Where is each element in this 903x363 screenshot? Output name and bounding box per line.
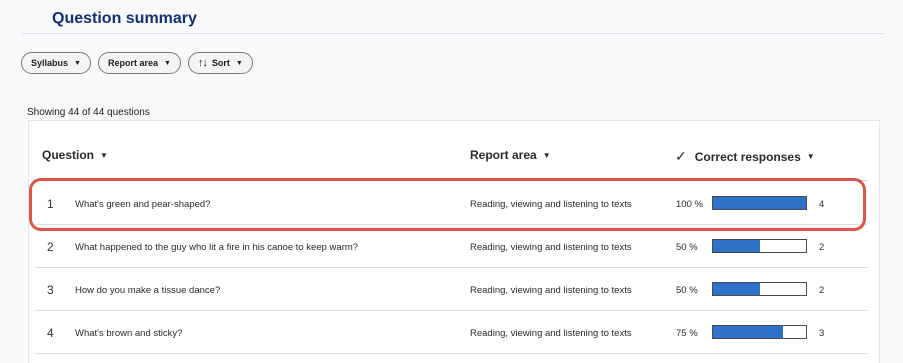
title-divider bbox=[22, 33, 884, 34]
progress-fill bbox=[713, 283, 760, 295]
filter-bar: Syllabus ▼ Report area ▼ ↑↓ Sort ▼ bbox=[21, 52, 253, 74]
correct-progress-bar bbox=[712, 196, 807, 210]
report-area-value: Reading, viewing and listening to texts bbox=[470, 328, 632, 339]
table-row[interactable]: 4 What's brown and sticky? Reading, view… bbox=[35, 311, 867, 354]
report-area-value: Reading, viewing and listening to texts bbox=[470, 285, 632, 296]
sort-button[interactable]: ↑↓ Sort ▼ bbox=[187, 52, 253, 74]
correct-responses-column-label: Correct responses bbox=[694, 149, 801, 164]
report-area-value: Reading, viewing and listening to texts bbox=[470, 199, 632, 210]
correct-progress-bar bbox=[712, 239, 807, 253]
results-count: Showing 44 of 44 questions bbox=[27, 107, 150, 118]
caret-down-icon: ▼ bbox=[235, 59, 243, 67]
question-number: 2 bbox=[47, 240, 54, 254]
table-row[interactable]: 3 How do you make a tissue dance? Readin… bbox=[35, 268, 867, 311]
report-area-column-header[interactable]: Report area ▼ bbox=[470, 148, 551, 162]
report-area-column-label: Report area bbox=[470, 148, 537, 162]
header-divider bbox=[35, 180, 867, 181]
table-row[interactable]: 2 What happened to the guy who lit a fir… bbox=[35, 225, 867, 268]
sort-arrows-icon: ↑↓ bbox=[197, 57, 208, 69]
question-number: 1 bbox=[47, 197, 54, 211]
correct-percent: 50 % bbox=[676, 242, 698, 253]
question-text: How do you make a tissue dance? bbox=[75, 285, 221, 296]
question-text: What's brown and sticky? bbox=[75, 328, 183, 339]
correct-percent: 100 % bbox=[676, 199, 703, 210]
question-column-header[interactable]: Question ▼ bbox=[42, 148, 108, 162]
checkmark-icon: ✓ bbox=[675, 148, 687, 164]
correct-count: 2 bbox=[819, 242, 825, 253]
caret-down-icon: ▼ bbox=[542, 150, 551, 160]
correct-count: 2 bbox=[819, 285, 825, 296]
question-column-label: Question bbox=[42, 148, 95, 162]
correct-progress-bar bbox=[712, 282, 807, 296]
report-area-filter-label: Report area bbox=[107, 58, 158, 68]
table-row[interactable]: 1 What's green and pear-shaped? Reading,… bbox=[35, 182, 867, 225]
progress-fill bbox=[713, 197, 806, 209]
correct-percent: 50 % bbox=[676, 285, 698, 296]
syllabus-filter-label: Syllabus bbox=[31, 58, 69, 68]
report-area-filter-button[interactable]: Report area ▼ bbox=[97, 52, 181, 74]
syllabus-filter-button[interactable]: Syllabus ▼ bbox=[21, 52, 91, 74]
report-area-value: Reading, viewing and listening to texts bbox=[470, 242, 632, 253]
correct-responses-column-header[interactable]: ✓ Correct responses ▼ bbox=[675, 148, 815, 165]
caret-down-icon: ▼ bbox=[806, 152, 815, 161]
page-title: Question summary bbox=[52, 10, 197, 27]
caret-down-icon: ▼ bbox=[163, 59, 171, 67]
question-number: 4 bbox=[47, 326, 54, 340]
progress-fill bbox=[713, 326, 783, 338]
question-text: What happened to the guy who lit a fire … bbox=[75, 242, 359, 253]
correct-progress-bar bbox=[712, 325, 807, 339]
sort-label: Sort bbox=[211, 58, 230, 68]
caret-down-icon: ▼ bbox=[100, 150, 108, 160]
caret-down-icon: ▼ bbox=[74, 59, 81, 67]
question-number: 3 bbox=[47, 283, 54, 297]
progress-fill bbox=[713, 240, 760, 252]
correct-count: 3 bbox=[819, 328, 825, 339]
row-divider bbox=[35, 353, 867, 354]
correct-percent: 75 % bbox=[676, 328, 698, 339]
correct-count: 4 bbox=[819, 199, 825, 210]
question-text: What's green and pear-shaped? bbox=[75, 199, 211, 210]
